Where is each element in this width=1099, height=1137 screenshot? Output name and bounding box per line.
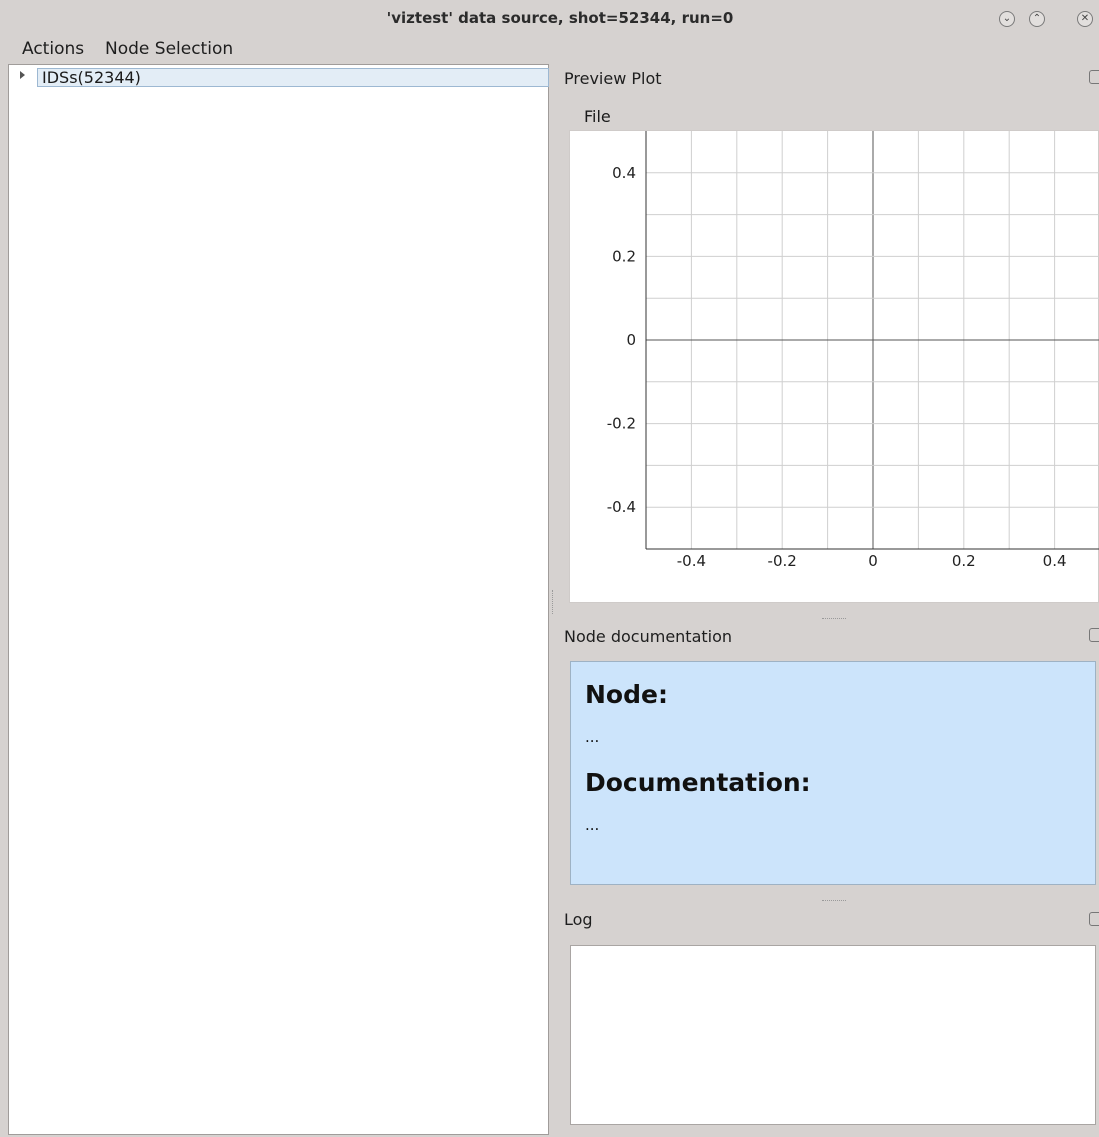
expand-arrow-icon[interactable] (20, 71, 25, 79)
close-button[interactable]: ✕ (1077, 11, 1093, 27)
x-tick-label: -0.2 (768, 552, 797, 570)
y-tick-label: 0 (626, 331, 636, 349)
undock-icon[interactable] (1089, 912, 1099, 926)
splitter-grip[interactable] (822, 618, 846, 623)
x-tick-label: 0.2 (952, 552, 976, 570)
preview-plot-area[interactable]: -0.4 -0.2 0 0.2 0.4 -0.4 -0.2 0 0.2 0.4 (569, 130, 1099, 603)
undock-icon[interactable] (1089, 628, 1099, 642)
undock-icon[interactable] (1089, 70, 1099, 84)
log-output[interactable] (570, 945, 1096, 1125)
splitter-grip[interactable] (822, 900, 846, 905)
maximize-button[interactable]: ⌃ (1029, 11, 1045, 27)
title-bar: 'viztest' data source, shot=52344, run=0… (0, 0, 1099, 36)
vertical-splitter-handle[interactable] (552, 590, 555, 614)
y-tick-label: 0.4 (612, 164, 636, 182)
log-title: Log (564, 910, 593, 929)
window-title: 'viztest' data source, shot=52344, run=0 (386, 9, 734, 27)
x-tick-label: -0.4 (677, 552, 706, 570)
node-heading: Node: (585, 680, 668, 709)
tree-node-ids[interactable]: IDSs(52344) (37, 68, 549, 87)
preview-chart: -0.4 -0.2 0 0.2 0.4 -0.4 -0.2 0 0.2 0.4 (607, 131, 1099, 570)
y-tick-label: -0.4 (607, 498, 636, 516)
x-tick-label: 0.4 (1043, 552, 1067, 570)
plot-file-menu[interactable]: File (584, 107, 611, 126)
preview-plot-title: Preview Plot (564, 69, 662, 88)
node-documentation-title: Node documentation (564, 627, 733, 646)
documentation-heading: Documentation: (585, 768, 811, 797)
node-documentation-box: Node: ... Documentation: ... (570, 661, 1096, 885)
documentation-value: ... (585, 816, 600, 834)
menu-bar: Actions Node Selection (0, 36, 1099, 64)
y-tick-label: -0.2 (607, 415, 636, 433)
ids-tree[interactable]: IDSs(52344) (8, 64, 549, 1135)
minimize-button[interactable]: ⌄ (999, 11, 1015, 27)
menu-node-selection[interactable]: Node Selection (105, 39, 233, 59)
node-value: ... (585, 728, 600, 746)
y-tick-label: 0.2 (612, 247, 636, 265)
menu-actions[interactable]: Actions (22, 39, 84, 59)
x-tick-label: 0 (868, 552, 878, 570)
